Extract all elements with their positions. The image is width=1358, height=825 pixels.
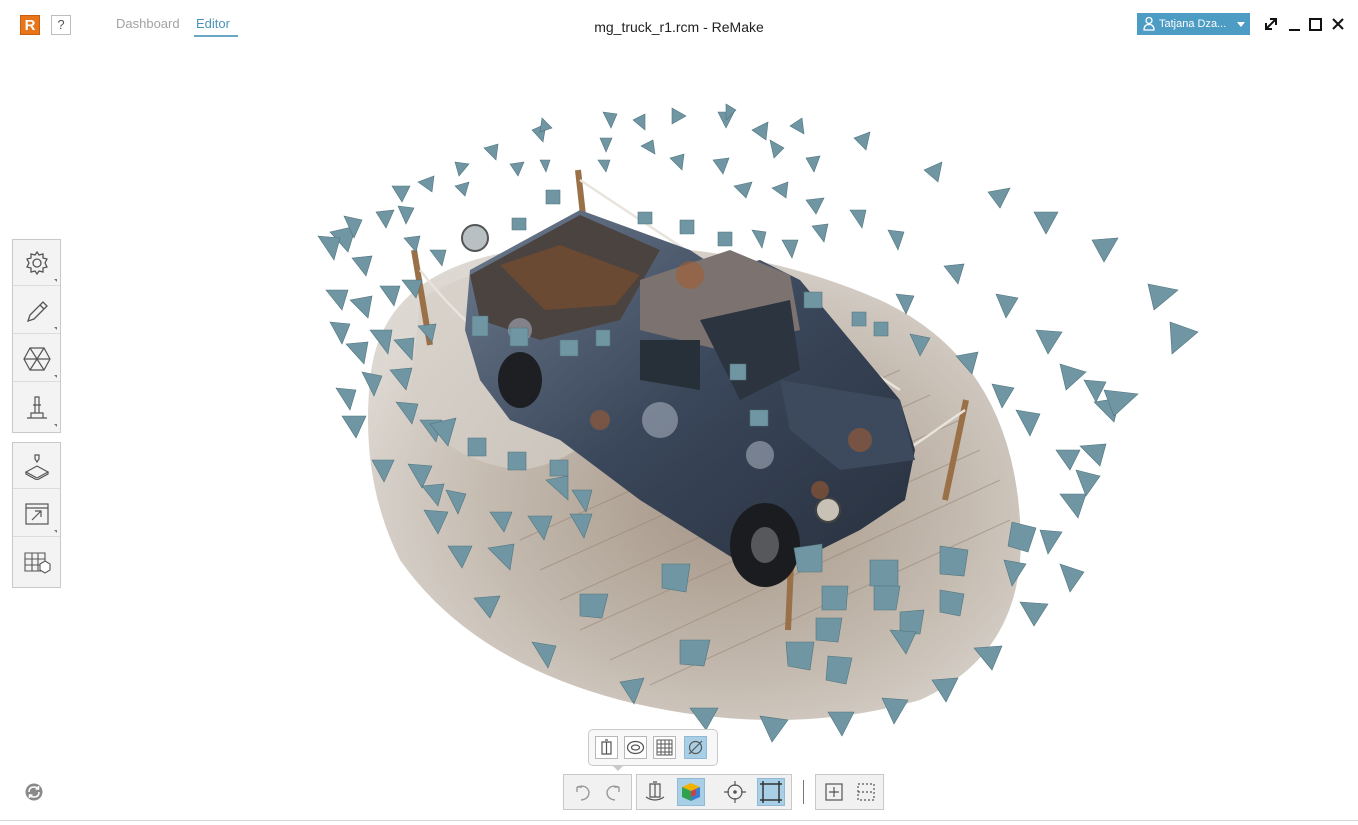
no-texture-button[interactable] <box>684 736 707 759</box>
hexagon-mesh-icon <box>23 347 51 371</box>
maximize-icon[interactable] <box>1306 14 1326 34</box>
solid-box-icon <box>601 739 612 755</box>
chevron-down-icon <box>1237 22 1245 27</box>
mesh-button[interactable] <box>13 336 60 382</box>
submenu-indicator <box>54 279 57 282</box>
toolbar-separator <box>803 780 804 804</box>
3d-print-icon <box>24 454 50 480</box>
no-texture-icon <box>688 740 703 755</box>
pencil-edit-icon <box>26 301 48 323</box>
user-menu-button[interactable]: Tatjana Dza... <box>1137 13 1250 35</box>
grid-texture-icon <box>656 739 673 756</box>
export-icon <box>25 503 49 525</box>
solid-view-button[interactable] <box>595 736 618 759</box>
analyze-button[interactable] <box>13 384 60 430</box>
view-toolbar <box>636 774 792 810</box>
microscope-analyze-icon <box>27 396 47 419</box>
undo-redo-toolbar <box>563 774 632 810</box>
user-icon <box>1143 16 1155 31</box>
sync-icon[interactable] <box>24 782 44 802</box>
undo-icon <box>576 785 590 801</box>
export-button[interactable] <box>13 491 60 537</box>
submenu-indicator <box>54 424 57 427</box>
view-mode-popup <box>588 729 718 766</box>
focus-button[interactable] <box>721 778 749 806</box>
submenu-indicator <box>54 327 57 330</box>
close-icon[interactable] <box>1328 14 1348 34</box>
popup-pointer <box>612 765 624 771</box>
submenu-indicator <box>54 530 57 533</box>
grid-view-button[interactable] <box>653 736 676 759</box>
object-view-icon <box>645 781 665 801</box>
user-name: Tatjana Dza... <box>1159 18 1227 30</box>
submenu-indicator <box>54 375 57 378</box>
fit-view-icon <box>825 783 843 801</box>
minimize-icon[interactable] <box>1285 14 1305 34</box>
table-button[interactable] <box>13 539 60 585</box>
color-view-button[interactable] <box>677 778 705 806</box>
table-cube-icon <box>24 552 51 574</box>
select-region-button[interactable] <box>852 778 880 806</box>
selection-toolbar <box>815 774 884 810</box>
settings-gear-icon <box>26 250 48 276</box>
select-region-icon <box>857 783 875 801</box>
sidebar-tools-group <box>12 239 61 433</box>
bounding-frame-icon <box>760 781 782 803</box>
ring-view-button[interactable] <box>624 736 647 759</box>
redo-icon <box>606 785 620 801</box>
title-bar: R ? Dashboard Editor mg_truck_r1.rcm - R… <box>0 0 1358 48</box>
active-tab-indicator <box>194 35 238 37</box>
print-button[interactable] <box>13 443 60 489</box>
redo-button[interactable] <box>600 778 628 806</box>
undo-button[interactable] <box>568 778 596 806</box>
color-cube-icon <box>682 783 700 801</box>
3d-viewport[interactable] <box>0 48 1358 820</box>
fit-view-button[interactable] <box>820 778 848 806</box>
edit-button[interactable] <box>13 288 60 334</box>
bounding-frame-button[interactable] <box>757 778 785 806</box>
sidebar-output-group <box>12 442 61 588</box>
ring-object-icon <box>626 740 645 755</box>
settings-button[interactable] <box>13 240 60 286</box>
object-view-button[interactable] <box>641 778 669 806</box>
focus-target-icon <box>724 781 746 803</box>
status-bar <box>0 820 1358 825</box>
expand-icon[interactable] <box>1261 14 1281 34</box>
